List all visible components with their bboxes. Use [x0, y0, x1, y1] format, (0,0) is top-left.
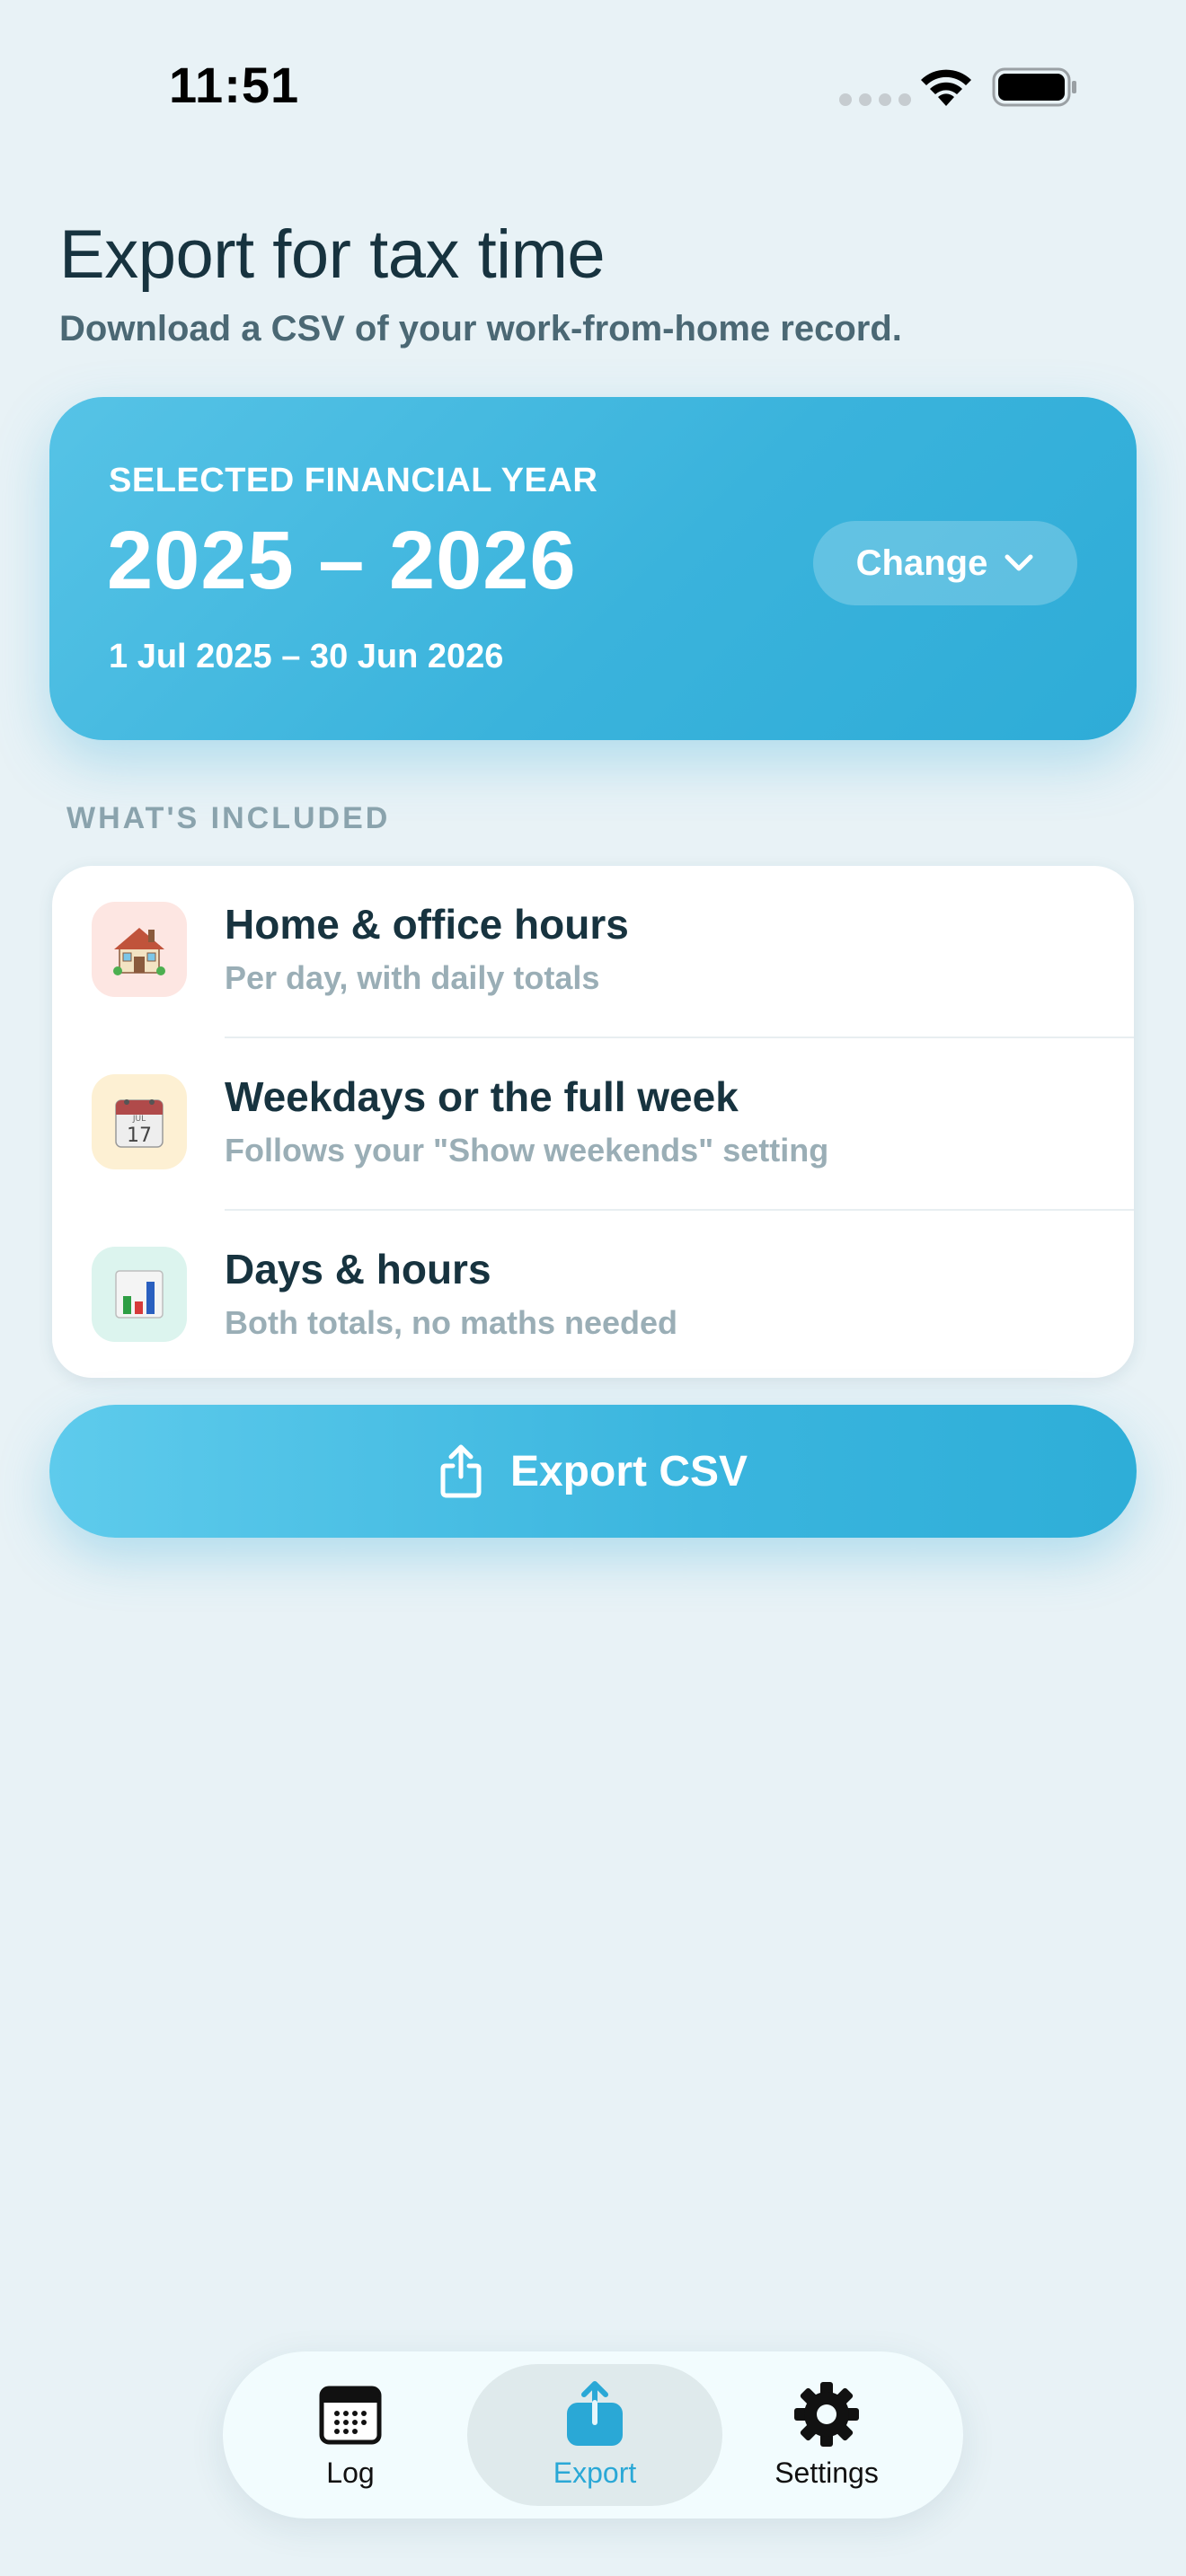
page-title: Export for tax time [59, 216, 606, 293]
change-button-label: Change [855, 543, 988, 583]
item-title: Weekdays or the full week [225, 1073, 739, 1120]
share-icon [440, 1444, 482, 1498]
house-icon [113, 928, 165, 975]
financial-year-dates: 1 Jul 2025 – 30 Jun 2026 [109, 638, 504, 675]
calendar-grid-icon [319, 2386, 382, 2444]
item-subtitle: Per day, with daily totals [225, 959, 600, 996]
change-year-button[interactable]: Change [813, 521, 1077, 605]
tab-label: Export [553, 2456, 637, 2489]
item-title: Home & office hours [225, 901, 629, 948]
tab-label: Log [326, 2456, 375, 2489]
financial-year-label: SELECTED FINANCIAL YEAR [109, 462, 598, 499]
export-button-label: Export CSV [509, 1447, 748, 1495]
svg-text:JUL: JUL [132, 1115, 146, 1124]
item-subtitle: Both totals, no maths needed [225, 1304, 678, 1341]
battery-icon [992, 67, 1076, 107]
included-list: Home & office hours Per day, with daily … [52, 866, 1134, 1378]
tab-log[interactable]: Log [223, 2364, 478, 2506]
tab-bar: Log Export Settings [223, 2351, 963, 2519]
status-bar: 11:51 [0, 0, 1186, 171]
financial-year-card: SELECTED FINANCIAL YEAR 2025 – 2026 1 Ju… [49, 397, 1137, 740]
gear-icon [794, 2381, 859, 2447]
section-label-whats-included: WHAT'S INCLUDED [66, 801, 391, 835]
status-time: 11:51 [169, 57, 300, 113]
bar-chart-icon [115, 1270, 164, 1319]
item-icon-background [92, 902, 187, 997]
calendar-icon: JUL 17 [115, 1099, 164, 1148]
list-item-weekdays-full-week: JUL 17 Weekdays or the full week Follows… [52, 1038, 1134, 1209]
export-csv-button[interactable]: Export CSV [49, 1405, 1137, 1538]
tab-export[interactable]: Export [467, 2364, 722, 2506]
item-subtitle: Follows your "Show weekends" setting [225, 1132, 829, 1169]
tab-settings[interactable]: Settings [699, 2364, 954, 2506]
tab-label: Settings [774, 2456, 879, 2489]
cellular-signal-icon [839, 93, 911, 106]
wifi-icon [921, 69, 971, 106]
chevron-down-icon [1005, 554, 1033, 571]
page-subtitle: Download a CSV of your work-from-home re… [59, 309, 902, 348]
svg-text:17: 17 [127, 1125, 152, 1147]
export-icon [567, 2380, 623, 2446]
financial-year-range: 2025 – 2026 [107, 515, 577, 606]
item-title: Days & hours [225, 1246, 491, 1292]
item-icon-background: JUL 17 [92, 1074, 187, 1169]
list-item-home-office-hours: Home & office hours Per day, with daily … [52, 866, 1134, 1037]
list-item-days-hours: Days & hours Both totals, no maths neede… [52, 1211, 1134, 1378]
item-icon-background [92, 1247, 187, 1342]
